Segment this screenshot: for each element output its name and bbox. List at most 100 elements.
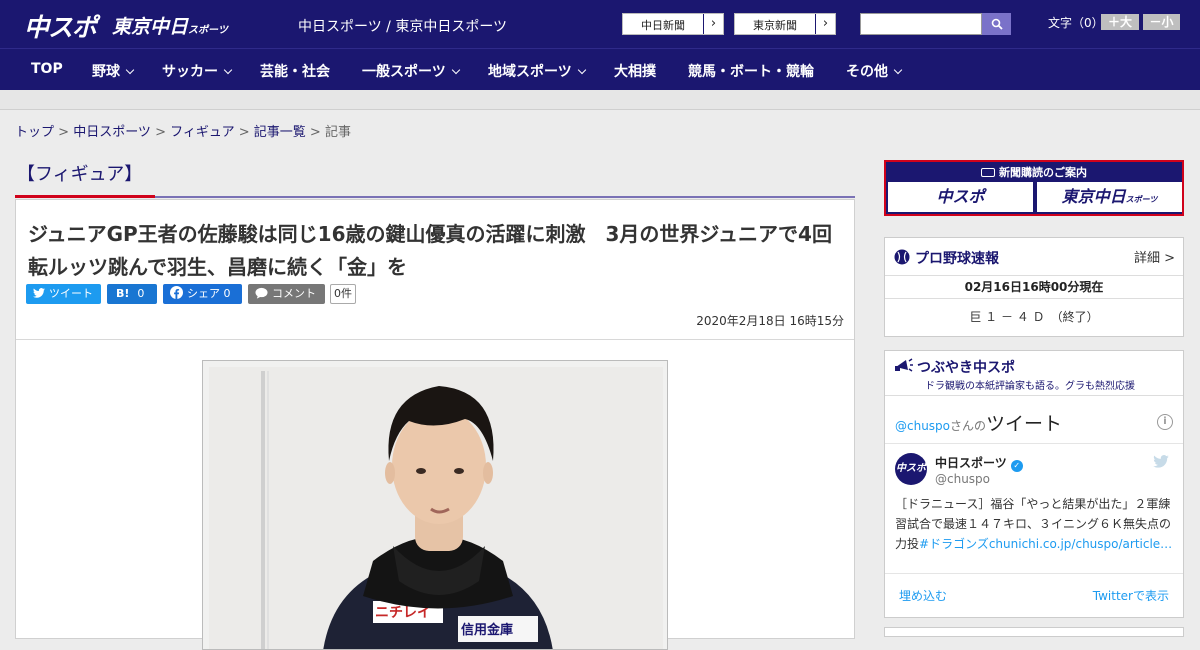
breadcrumb-sep: >: [234, 125, 254, 140]
chevron-down-icon: [223, 65, 233, 75]
breadcrumb-sep: >: [305, 125, 325, 140]
chunichi-shimbun-button[interactable]: 中日新聞 ›: [622, 13, 724, 35]
comment-button[interactable]: コメント: [248, 284, 325, 304]
breadcrumb-figure[interactable]: フィギュア: [170, 125, 234, 140]
nav-item-other[interactable]: その他: [846, 61, 903, 81]
pro-baseball-detail-link[interactable]: 詳細 >: [1134, 247, 1175, 266]
tokyo-logo-main: 東京中日: [112, 16, 189, 38]
breadcrumb-article-list[interactable]: 記事一覧: [254, 125, 306, 140]
divider: [885, 395, 1183, 396]
nav-label: 芸能・社会: [260, 64, 330, 80]
nav-item-soccer[interactable]: サッカー: [162, 61, 233, 81]
sidebar-next-widget: [884, 627, 1184, 637]
font-size-label: 文字（0）: [1048, 16, 1104, 30]
chevron-right-icon: ›: [815, 14, 835, 34]
tokyo-logo-sub: スポーツ: [188, 25, 228, 36]
facebook-count: 0: [223, 287, 231, 300]
divider: [885, 573, 1183, 574]
twitter-bird-icon[interactable]: [1153, 455, 1169, 468]
nav-label: その他: [846, 64, 888, 80]
nav-label: 大相撲: [614, 64, 656, 80]
nav-item-racing[interactable]: 競馬・ボート・競輪: [688, 61, 814, 81]
nav-label: 一般スポーツ: [362, 64, 446, 80]
hatena-bookmark-button[interactable]: B! 0: [107, 284, 157, 304]
subscribe-tokyo-logo[interactable]: 東京中日スポーツ: [1037, 182, 1182, 212]
view-on-twitter-link[interactable]: Twitterで表示: [1093, 587, 1169, 604]
tokyo-chunichi-logo[interactable]: 東京中日スポーツ: [112, 12, 228, 39]
tweet-user-name[interactable]: 中日スポーツ ✓: [935, 454, 1023, 472]
tweet-user-handle[interactable]: @chuspo: [935, 472, 990, 486]
facebook-icon: [170, 286, 183, 299]
subscribe-chuspo-logo[interactable]: 中スポ: [888, 182, 1033, 212]
tweet-user-name-text: 中日スポーツ: [935, 456, 1007, 470]
avatar[interactable]: 中スポ: [895, 453, 927, 485]
tweet-link[interactable]: #ドラゴンズchunichi.co.jp/chuspo/article…: [919, 537, 1172, 551]
nav-item-top[interactable]: TOP: [31, 61, 63, 77]
search-button[interactable]: [982, 13, 1011, 35]
tweet-label: ツイート: [49, 287, 93, 300]
timeline-handle-suffix: さんの: [950, 419, 987, 433]
top-header: 中スポ 東京中日スポーツ 中日スポーツ / 東京中日スポーツ 中日新聞 › 東京…: [0, 0, 1200, 48]
sub-band: [0, 90, 1200, 110]
megaphone-icon: [895, 358, 913, 372]
breadcrumb: トップ > 中日スポーツ > フィギュア > 記事一覧 > 記事: [15, 121, 351, 140]
pro-baseball-timestamp: 02月16日16時00分現在: [885, 275, 1183, 299]
speech-bubble-icon: [255, 287, 268, 299]
pro-baseball-title: プロ野球速報: [915, 251, 999, 267]
article-headline: ジュニアGP王者の佐藤駿は同じ16歳の鍵山優真の活躍に刺激 3月の世界ジュニアで…: [28, 222, 832, 279]
breadcrumb-top[interactable]: トップ: [15, 125, 54, 140]
nav-label: 競馬・ボート・競輪: [688, 64, 814, 80]
timeline-tweets-word: ツイート: [986, 413, 1063, 435]
nav-label: サッカー: [162, 64, 218, 80]
facebook-label: シェア: [187, 287, 220, 300]
article-photo[interactable]: ニチレイ 信用金庫: [202, 360, 668, 650]
facebook-share-button[interactable]: シェア 0: [163, 284, 242, 304]
tokyo-shimbun-button[interactable]: 東京新聞 ›: [734, 13, 836, 35]
site-names: 中日スポーツ / 東京中日スポーツ: [298, 19, 508, 35]
nav-item-entertainment[interactable]: 芸能・社会: [260, 61, 330, 81]
nav-item-baseball[interactable]: 野球: [92, 61, 135, 81]
comment-label: コメント: [272, 287, 316, 300]
chevron-down-icon: [893, 65, 903, 75]
nav-label: 地域スポーツ: [488, 64, 572, 80]
pro-baseball-score[interactable]: 巨 １ － ４ Ｄ （終了）: [885, 308, 1183, 325]
tsubuyaki-title: つぶやき中スポ: [917, 360, 1015, 376]
tweet-button[interactable]: ツイート: [26, 284, 101, 304]
category-underline: [155, 196, 855, 198]
search-input[interactable]: [860, 13, 982, 35]
nav-item-general-sports[interactable]: 一般スポーツ: [362, 61, 460, 81]
chunichi-shimbun-label: 中日新聞: [641, 19, 685, 32]
breadcrumb-current: 記事: [324, 125, 351, 140]
nav-item-regional-sports[interactable]: 地域スポーツ: [488, 61, 586, 81]
subscription-title: 新聞購読のご案内: [886, 164, 1182, 180]
tsubuyaki-widget: つぶやき中スポ ドラ観戦の本紙評論家も語る。グラも熱烈応援 @chuspoさんの…: [884, 350, 1184, 618]
embed-link[interactable]: 埋め込む: [899, 587, 947, 604]
chuspo-logo[interactable]: 中スポ: [24, 8, 97, 44]
font-decrease-button[interactable]: －小: [1143, 14, 1180, 30]
tokyo-shimbun-label: 東京新聞: [753, 19, 797, 32]
photo-sponsor-text-2: 信用金庫: [461, 622, 513, 638]
subscription-banner[interactable]: 新聞購読のご案内 中スポ 東京中日スポーツ: [884, 160, 1184, 216]
chevron-down-icon: [577, 65, 586, 75]
hatena-icon: B!: [116, 287, 130, 300]
subscribe-tokyo-sub: スポーツ: [1125, 195, 1158, 204]
twitter-bird-icon: [33, 288, 45, 298]
search-icon: [991, 18, 1003, 30]
nav-item-sumo[interactable]: 大相撲: [614, 61, 656, 81]
breadcrumb-sep: >: [150, 125, 171, 140]
article-date: 2020年2月18日 16時15分: [696, 314, 844, 328]
timeline-handle: @chuspo: [895, 419, 951, 433]
comment-count: 0件: [330, 284, 356, 304]
info-icon[interactable]: i: [1157, 414, 1173, 430]
subscription-title-text: 新聞購読のご案内: [999, 166, 1087, 179]
category-title: 【フィギュア】: [17, 164, 143, 185]
twitter-timeline-header[interactable]: @chuspoさんのツイート: [895, 409, 1062, 436]
breadcrumb-chunichi-sports[interactable]: 中日スポーツ: [73, 125, 151, 140]
chevron-right-icon: ›: [703, 14, 723, 34]
nav-label: 野球: [92, 64, 120, 80]
font-increase-button[interactable]: ＋大: [1101, 14, 1139, 30]
tweet-text: ［ドラニュース］福谷「やっと結果が出た」２軍練習試合で最速１４７キロ、３イニング…: [895, 494, 1175, 554]
main-nav: TOP 野球 サッカー 芸能・社会 一般スポーツ 地域スポーツ 大相撲 競馬・ボ…: [0, 48, 1200, 90]
chevron-down-icon: [451, 65, 460, 75]
verified-badge-icon: ✓: [1010, 460, 1023, 472]
